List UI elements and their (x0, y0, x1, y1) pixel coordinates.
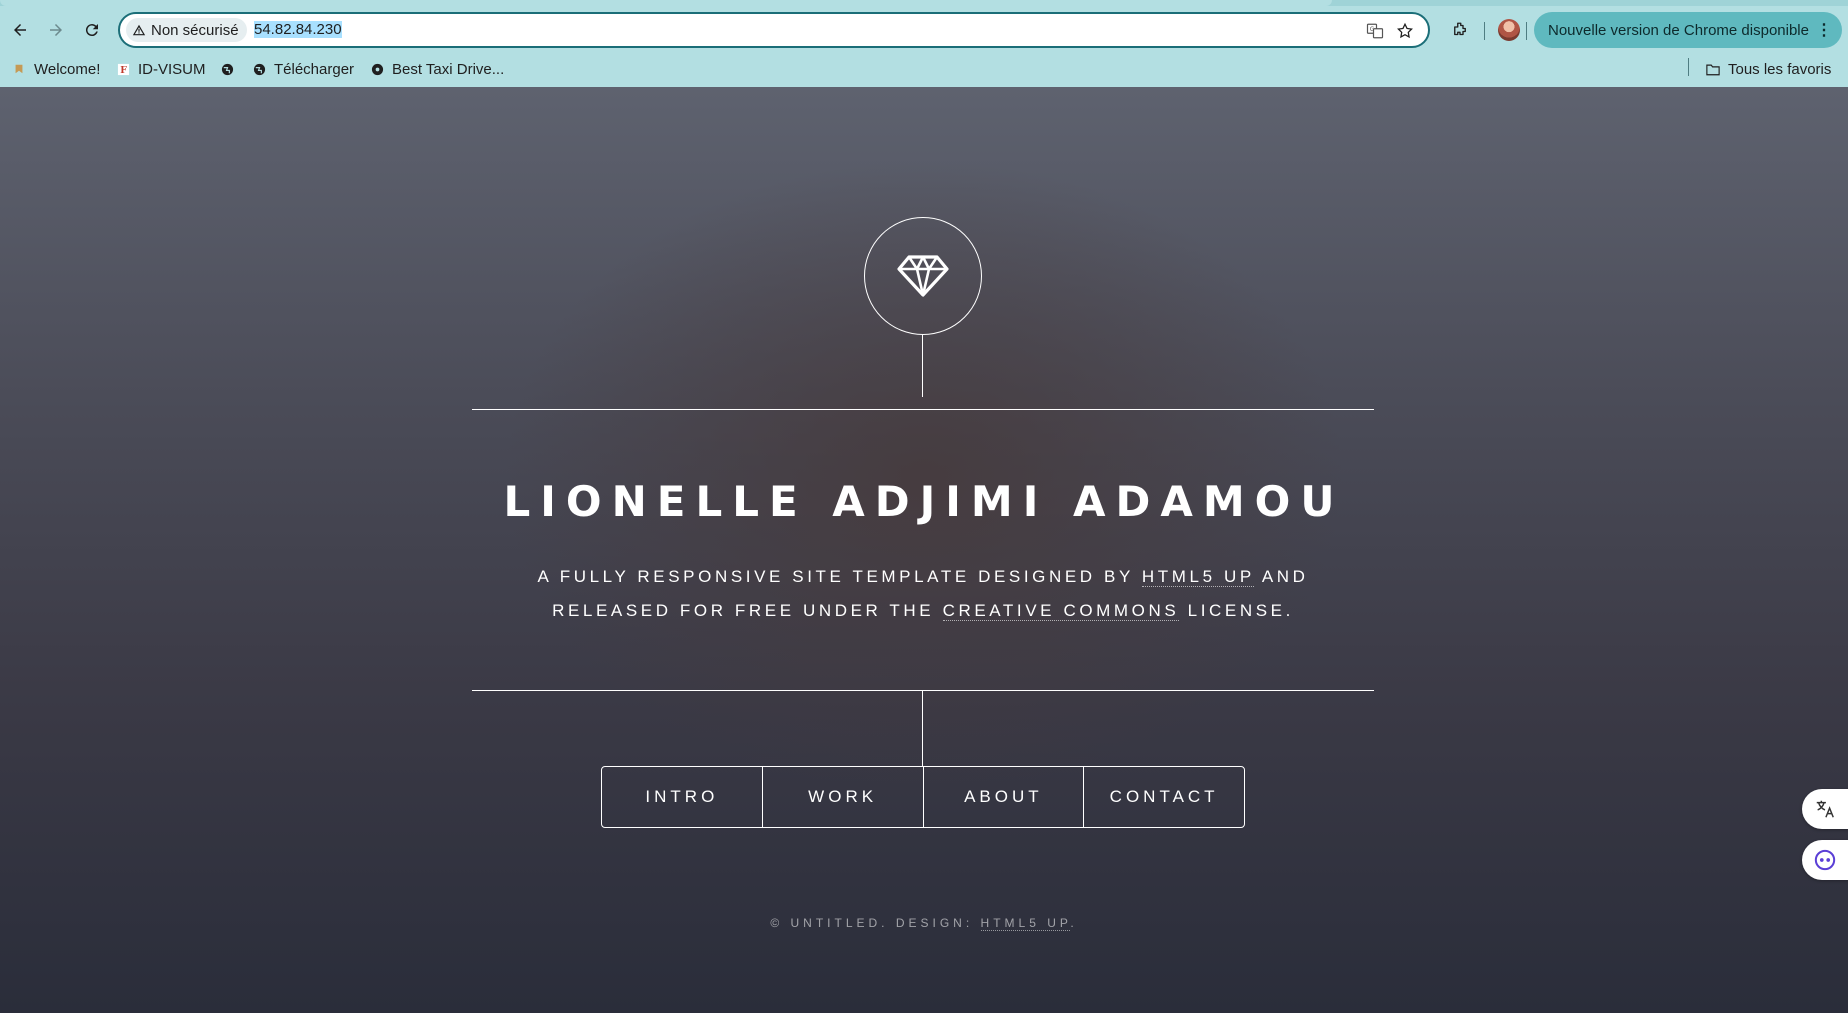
bookmark-best-taxi[interactable]: Best Taxi Drive... (370, 58, 504, 80)
translate-icon (1816, 800, 1834, 818)
address-bar[interactable]: Non sécurisé 54.82.84.230 G (118, 12, 1430, 48)
diamond-icon (897, 255, 949, 297)
bookmark-telecharger[interactable]: Télécharger (252, 58, 354, 80)
forward-button[interactable] (40, 14, 72, 46)
bookmark-welcome[interactable]: Welcome! (12, 58, 100, 80)
page-content: LIONELLE ADJIMI ADAMOU A FULLY RESPONSIV… (0, 87, 1848, 1013)
security-indicator[interactable]: Non sécurisé (126, 18, 247, 42)
bookmark-label: Tous les favoris (1728, 60, 1832, 78)
bookmark-icon (12, 62, 26, 76)
logo (864, 217, 982, 335)
bookmark-label: Welcome! (34, 60, 101, 78)
html5up-link[interactable]: HTML5 UP (1141, 567, 1255, 587)
tab-strip (0, 0, 1848, 6)
reload-icon (85, 24, 98, 37)
url-value: 54.82.84.230 (254, 21, 342, 38)
bookmarks-bar: Welcome! F ID-VISUM Télécharger Best Tax… (0, 52, 1848, 86)
all-bookmarks-button[interactable]: Tous les favoris (1706, 58, 1831, 80)
footer-copyright: © UNTITLED. DESIGN: HTML5 UP. (0, 916, 1848, 931)
profile-avatar[interactable] (1498, 19, 1520, 41)
bookmark-label: ID-VISUM (138, 60, 206, 78)
nav-about[interactable]: ABOUT (922, 767, 1084, 827)
connector-line (922, 335, 923, 397)
toolbar-separator (1484, 22, 1485, 40)
reload-button[interactable] (76, 14, 108, 46)
footer-text: . (1070, 916, 1078, 930)
connector-line (922, 691, 923, 766)
star-icon (1397, 22, 1413, 39)
svg-text:G: G (1370, 26, 1375, 33)
toolbar-separator (1526, 22, 1527, 40)
bookmark-globe[interactable] (220, 58, 234, 80)
arrow-right-icon (50, 24, 62, 36)
bookmark-label: Télécharger (274, 60, 355, 78)
site-title: LIONELLE ADJIMI ADAMOU (503, 477, 1345, 526)
active-tab[interactable] (0, 0, 1332, 6)
favicon-dark-icon (370, 62, 384, 76)
translate-widget[interactable] (1802, 789, 1848, 829)
warning-icon (132, 24, 146, 36)
browser-toolbar: Non sécurisé 54.82.84.230 G Nouvelle ver… (0, 8, 1848, 52)
footer-text: © UNTITLED. DESIGN: (770, 916, 981, 930)
footer-html5up-link[interactable]: HTML5 UP (980, 916, 1071, 931)
translate-icon: G (1366, 23, 1384, 39)
tagline-text: LICENSE. (1179, 601, 1294, 620)
puzzle-icon (1454, 22, 1466, 36)
bookmark-id-visum[interactable]: F ID-VISUM (116, 58, 206, 80)
site-tagline: A FULLY RESPONSIVE SITE TEMPLATE DESIGNE… (500, 560, 1346, 628)
folder-icon (1706, 62, 1720, 76)
menu-dots-icon: ⋮ (1816, 22, 1832, 39)
nav-contact[interactable]: CONTACT (1083, 767, 1244, 827)
browser-chrome: Non sécurisé 54.82.84.230 G Nouvelle ver… (0, 0, 1848, 87)
bookmark-star-button[interactable] (1394, 20, 1416, 42)
globe-icon (220, 62, 234, 76)
nav-intro[interactable]: INTRO (602, 767, 762, 827)
divider-top (472, 409, 1374, 410)
arrow-left-icon (14, 24, 26, 36)
assistant-face-icon (1814, 849, 1836, 871)
extensions-button[interactable] (1444, 14, 1476, 46)
favicon-f-icon: F (116, 62, 130, 76)
security-label: Non sécurisé (151, 21, 239, 39)
divider-bottom (472, 690, 1374, 691)
globe-icon (252, 62, 266, 76)
chrome-update-button[interactable]: Nouvelle version de Chrome disponible ⋮ (1534, 12, 1842, 48)
assistant-widget[interactable] (1802, 840, 1848, 880)
svg-text:F: F (120, 65, 127, 76)
tagline-text: A FULLY RESPONSIVE SITE TEMPLATE DESIGNE… (537, 567, 1142, 586)
bookmarks-separator (1688, 58, 1689, 76)
main-nav: INTRO WORK ABOUT CONTACT (601, 766, 1245, 828)
creative-commons-link[interactable]: CREATIVE COMMONS (942, 601, 1180, 621)
bookmark-label: Best Taxi Drive... (392, 60, 505, 78)
url-text[interactable]: 54.82.84.230 (254, 21, 342, 38)
back-button[interactable] (4, 14, 36, 46)
translate-button[interactable]: G (1364, 20, 1386, 42)
update-label: Nouvelle version de Chrome disponible (1548, 21, 1809, 39)
nav-work[interactable]: WORK (761, 767, 923, 827)
